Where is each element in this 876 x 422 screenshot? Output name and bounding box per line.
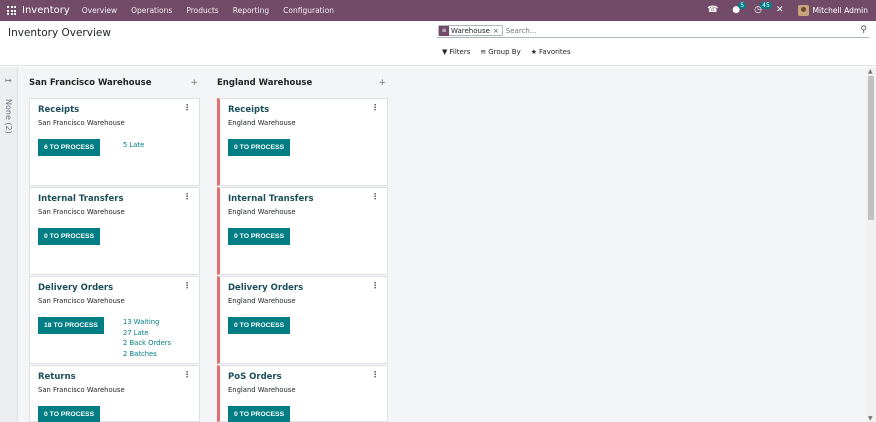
menu-operations[interactable]: Operations xyxy=(131,6,172,15)
kebab-menu-icon[interactable]: ⋮ xyxy=(371,103,379,112)
plus-icon[interactable]: + xyxy=(190,78,198,88)
card-warehouse: San Francisco Warehouse xyxy=(38,119,125,127)
to-process-button[interactable]: 0 TO PROCESS xyxy=(228,406,291,422)
apps-grid-icon[interactable] xyxy=(7,6,16,15)
search-input[interactable] xyxy=(505,26,846,35)
search-facet[interactable]: ≡ Warehouse × xyxy=(438,25,503,36)
chat-icon[interactable]: ● 5 xyxy=(732,2,747,15)
card-title[interactable]: Returns xyxy=(38,372,76,382)
group-by-button[interactable]: ≋ Group By xyxy=(480,48,520,56)
operation-card[interactable]: Internal Transfers England Warehouse ⋮ 0… xyxy=(217,187,388,275)
operation-card[interactable]: Receipts San Francisco Warehouse ⋮ 6 TO … xyxy=(29,98,200,186)
operation-card[interactable]: Internal Transfers San Francisco Warehou… xyxy=(29,187,200,275)
to-process-button[interactable]: 0 TO PROCESS xyxy=(38,406,101,422)
kebab-menu-icon[interactable]: ⋮ xyxy=(183,370,191,379)
kebab-menu-icon[interactable]: ⋮ xyxy=(371,281,379,290)
card-title[interactable]: Receipts xyxy=(228,105,269,115)
folded-column[interactable]: ↦ None (2) xyxy=(0,67,18,422)
kanban-view: ↦ None (2) San Francisco Warehouse + Rec… xyxy=(0,67,866,422)
card-warehouse: England Warehouse xyxy=(228,386,296,394)
filters-label: Filters xyxy=(449,48,471,56)
stat-link[interactable]: 5 Late xyxy=(123,140,144,151)
search-icon[interactable]: ⚲ xyxy=(860,25,867,35)
avatar[interactable] xyxy=(797,5,809,16)
card-title[interactable]: Internal Transfers xyxy=(228,194,314,204)
scroll-up-icon[interactable]: ▲ xyxy=(868,68,873,75)
column-header: San Francisco Warehouse + xyxy=(29,67,200,98)
search-bar: ≡ Warehouse × ⚲ xyxy=(437,24,869,38)
phone-icon[interactable]: ☎ xyxy=(707,6,718,15)
column-title: San Francisco Warehouse xyxy=(29,77,152,88)
column-title: England Warehouse xyxy=(217,77,313,88)
facet-label: Warehouse xyxy=(451,26,490,35)
card-stats: 13 Waiting 27 Late 2 Back Orders 2 Batch… xyxy=(123,317,171,360)
layers-icon: ≡ xyxy=(439,25,449,36)
to-process-button[interactable]: 0 TO PROCESS xyxy=(38,228,101,245)
kebab-menu-icon[interactable]: ⋮ xyxy=(183,103,191,112)
search-options: ▼ Filters ≋ Group By ★ Favorites xyxy=(442,48,581,56)
clock-icon[interactable]: ◷ 45 xyxy=(754,2,772,15)
card-warehouse: England Warehouse xyxy=(228,297,296,305)
stat-link[interactable]: 2 Back Orders xyxy=(123,338,171,349)
kebab-menu-icon[interactable]: ⋮ xyxy=(371,370,379,379)
user-name[interactable]: Mitchell Admin xyxy=(813,6,868,15)
card-stats: 5 Late xyxy=(123,140,144,151)
menu-overview[interactable]: Overview xyxy=(82,6,117,15)
operation-card[interactable]: Returns San Francisco Warehouse ⋮ 0 TO P… xyxy=(29,365,200,422)
card-title[interactable]: Delivery Orders xyxy=(228,283,303,293)
unfold-icon[interactable]: ↦ xyxy=(5,76,12,85)
menu-products[interactable]: Products xyxy=(186,6,218,15)
favorites-label: Favorites xyxy=(539,48,571,56)
operation-card[interactable]: Delivery Orders England Warehouse ⋮ 0 TO… xyxy=(217,276,388,364)
group-by-label: Group By xyxy=(488,48,521,56)
card-title[interactable]: Delivery Orders xyxy=(38,283,113,293)
folded-column-label: None (2) xyxy=(4,99,13,134)
card-warehouse: San Francisco Warehouse xyxy=(38,297,125,305)
stat-link[interactable]: 13 Waiting xyxy=(123,317,171,328)
activities-badge: 45 xyxy=(760,2,772,9)
card-title[interactable]: Internal Transfers xyxy=(38,194,124,204)
to-process-button[interactable]: 18 TO PROCESS xyxy=(38,317,104,334)
scrollbar-thumb[interactable] xyxy=(868,76,874,220)
navbar-systray: ☎ ● 5 ◷ 45 ✕ Mitchell Admin xyxy=(707,0,876,21)
favorites-button[interactable]: ★ Favorites xyxy=(531,48,571,56)
app-name[interactable]: Inventory xyxy=(22,5,70,16)
to-process-button[interactable]: 0 TO PROCESS xyxy=(228,139,291,156)
page-title: Inventory Overview xyxy=(8,27,111,39)
to-process-button[interactable]: 0 TO PROCESS xyxy=(228,317,291,334)
menu-reporting[interactable]: Reporting xyxy=(233,6,269,15)
funnel-icon: ▼ xyxy=(442,48,448,56)
card-warehouse: England Warehouse xyxy=(228,208,296,216)
stat-link[interactable]: 2 Batches xyxy=(123,349,171,360)
card-warehouse: England Warehouse xyxy=(228,119,296,127)
control-panel: Inventory Overview ≡ Warehouse × ⚲ ▼Filt… xyxy=(0,21,876,66)
layers-icon: ≋ xyxy=(480,48,487,56)
top-navbar: Inventory Overview Operations Products R… xyxy=(0,0,876,21)
kebab-menu-icon[interactable]: ⋮ xyxy=(183,281,191,290)
card-title[interactable]: PoS Orders xyxy=(228,372,282,382)
column-san-francisco: San Francisco Warehouse + Receipts San F… xyxy=(29,67,200,422)
card-warehouse: San Francisco Warehouse xyxy=(38,208,125,216)
operation-card[interactable]: Delivery Orders San Francisco Warehouse … xyxy=(29,276,200,364)
stat-link[interactable]: 27 Late xyxy=(123,328,171,339)
menu-configuration[interactable]: Configuration xyxy=(283,6,334,15)
to-process-button[interactable]: 0 TO PROCESS xyxy=(228,228,291,245)
card-title[interactable]: Receipts xyxy=(38,105,79,115)
messages-badge: 5 xyxy=(738,2,747,9)
close-icon[interactable]: × xyxy=(492,27,502,35)
star-icon: ★ xyxy=(530,48,538,56)
filters-button[interactable]: ▼ Filters xyxy=(442,48,470,56)
tools-icon[interactable]: ✕ xyxy=(776,6,784,15)
operation-card[interactable]: PoS Orders England Warehouse ⋮ 0 TO PROC… xyxy=(217,365,388,422)
operation-card[interactable]: Receipts England Warehouse ⋮ 0 TO PROCES… xyxy=(217,98,388,186)
column-england: England Warehouse + Receipts England War… xyxy=(217,67,388,422)
card-warehouse: San Francisco Warehouse xyxy=(38,386,125,394)
plus-icon[interactable]: + xyxy=(378,78,386,88)
scroll-down-icon[interactable]: ▼ xyxy=(868,415,873,422)
to-process-button[interactable]: 6 TO PROCESS xyxy=(38,139,101,156)
column-header: England Warehouse + xyxy=(217,67,388,98)
kebab-menu-icon[interactable]: ⋮ xyxy=(183,192,191,201)
kebab-menu-icon[interactable]: ⋮ xyxy=(371,192,379,201)
vertical-scrollbar[interactable]: ▲ ▼ xyxy=(866,67,876,422)
